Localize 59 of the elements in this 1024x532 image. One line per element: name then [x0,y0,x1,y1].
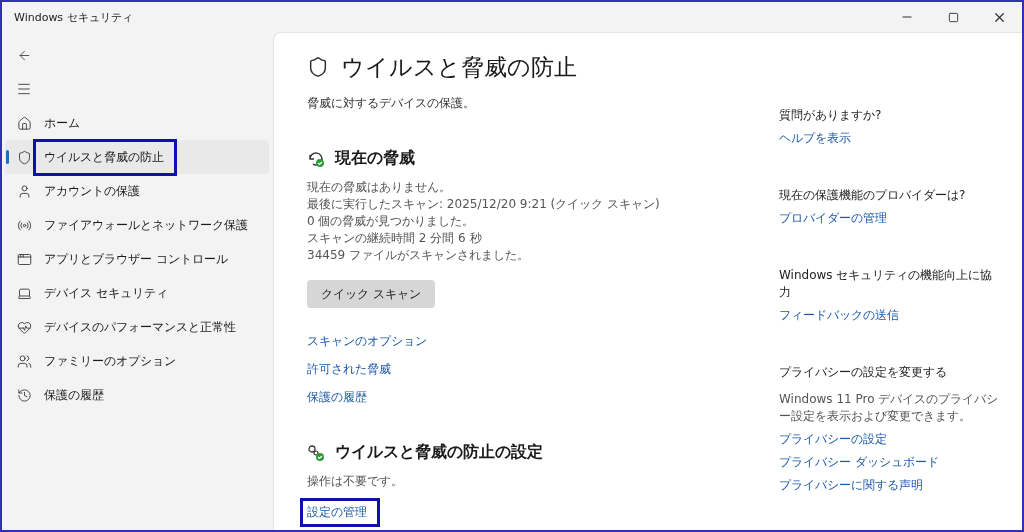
link[interactable]: プロバイダーの管理 [779,210,887,227]
shield-icon [307,56,329,78]
link[interactable]: 許可された脅威 [307,361,391,378]
link[interactable]: プライバシーに関する声明 [779,477,923,494]
aside-heading: Windows セキュリティの機能向上に協力 [779,267,994,301]
person-icon [17,183,32,199]
menu-icon [16,81,32,97]
link[interactable]: プライバシー ダッシュボード [779,454,939,471]
status-text: 最後に実行したスキャン: 2025/12/20 9:21 (クイック スキャン) [307,196,661,213]
aside-heading: 現在の保護機能のプロバイダーは? [779,187,967,204]
sidebar-label: アプリとブラウザー コントロール [44,250,228,268]
aside-heading: プライバシーの設定を変更する [779,364,948,381]
status-text: 34459 ファイルがスキャンされました。 [307,247,530,264]
aside-text: Windows 11 Pro デバイスのプライバシー設定を表示および変更できます。 [779,391,1000,425]
sidebar-label: ホーム [44,114,80,132]
sidebar-item[interactable]: 保護の履歴 [5,378,269,412]
sidebar-item[interactable]: ファイアウォールとネットワーク保護 [5,208,269,242]
maximize-icon [947,11,959,23]
link[interactable]: フィードバックの送信 [779,307,899,324]
link[interactable]: ヘルプを表示 [779,130,851,147]
window-title: Windows セキュリティ [14,9,134,25]
sidebar-item[interactable]: デバイス セキュリティ [5,276,269,310]
status-text: 0 個の脅威が見つかりました。 [307,213,476,230]
status-text: スキャンの継続時間 2 分間 6 秒 [307,230,483,247]
heart-pulse-icon [17,319,32,335]
shield-icon [17,149,32,165]
section-heading: 現在の脅威 [335,148,415,169]
sidebar-item[interactable]: アカウントの保護 [5,174,269,208]
sidebar-label: 保護の履歴 [44,386,104,404]
aside-heading: 質問がありますか? [779,107,883,124]
sidebar-label: アカウントの保護 [44,182,140,200]
sidebar-label: ファイアウォールとネットワーク保護 [44,216,248,234]
status-text: 現在の脅威はありません。 [307,179,452,196]
link[interactable]: 設定の管理 [300,498,380,527]
sidebar-label: ファミリーのオプション [44,352,176,370]
page-title: ウイルスと脅威の防止 [341,52,577,82]
link[interactable]: スキャンのオプション [307,333,427,350]
laptop-icon [17,285,32,301]
quick-scan-button[interactable]: クイック スキャン [307,280,435,308]
selection-indicator [6,150,9,164]
page-subtitle: 脅威に対するデバイスの保護。 [307,95,476,112]
sidebar-label: デバイスのパフォーマンスと正常性 [44,318,236,336]
link[interactable]: プライバシーの設定 [779,431,887,448]
sidebar-item[interactable]: ホーム [5,106,269,140]
status-text: 操作は不要です。 [307,473,404,490]
refresh-check-icon [307,149,325,168]
window-icon [17,251,32,267]
sidebar-item[interactable]: ウイルスと脅威の防止 [5,140,269,174]
sidebar-item[interactable]: ファミリーのオプション [5,344,269,378]
link[interactable]: 保護の履歴 [307,389,367,406]
sidebar-item[interactable]: アプリとブラウザー コントロール [5,242,269,276]
home-icon [17,115,32,131]
sidebar-item[interactable]: デバイスのパフォーマンスと正常性 [5,310,269,344]
history-icon [17,387,32,403]
highlighted-label: ウイルスと脅威の防止 [33,138,177,176]
people-icon [17,353,32,369]
sidebar-label: デバイス セキュリティ [44,284,168,302]
section-heading: ウイルスと脅威の防止の設定 [335,442,543,463]
gears-check-icon [307,443,325,462]
